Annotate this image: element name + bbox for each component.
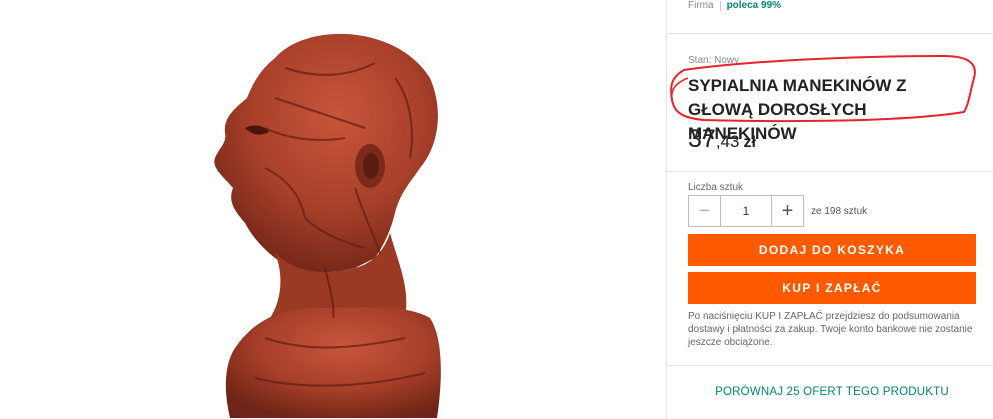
- price-decimal: ,43: [715, 132, 740, 151]
- compare-offers-link[interactable]: PORÓWNAJ 25 OFERT TEGO PRODUKTU: [688, 386, 976, 398]
- add-to-cart-button[interactable]: DODAJ DO KOSZYKA: [688, 234, 976, 266]
- divider-top: [667, 33, 993, 34]
- plus-icon: +: [781, 199, 794, 222]
- product-state: Stan: Nowy: [688, 55, 740, 66]
- seller-firm-label: Firma: [688, 0, 714, 11]
- quantity-label: Liczba sztuk: [688, 182, 744, 193]
- seller-separator: [719, 0, 721, 11]
- payment-note: Po naciśnięciu KUP I ZAPŁAĆ przejdziesz …: [688, 311, 973, 348]
- quantity-available: ze 198 sztuk: [811, 206, 868, 217]
- divider-compare: [667, 365, 993, 366]
- quantity-input[interactable]: [720, 196, 772, 226]
- buy-and-pay-button[interactable]: KUP I ZAPŁAĆ: [688, 272, 976, 304]
- price-integer: 37: [688, 125, 716, 153]
- product-image-area[interactable]: [0, 0, 666, 419]
- quantity-decrease-button[interactable]: −: [689, 196, 720, 226]
- price-currency: zł: [743, 134, 756, 151]
- quantity-increase-button[interactable]: +: [772, 196, 803, 226]
- divider-price: [667, 171, 993, 172]
- seller-recommend-rate[interactable]: poleca 99%: [727, 0, 781, 11]
- quantity-stepper: − +: [688, 195, 804, 227]
- seller-row: Firma poleca 99%: [688, 0, 781, 11]
- anatomical-head-bust-image[interactable]: [205, 18, 445, 418]
- minus-icon: −: [698, 199, 711, 222]
- product-price: 37,43 zł: [688, 125, 756, 154]
